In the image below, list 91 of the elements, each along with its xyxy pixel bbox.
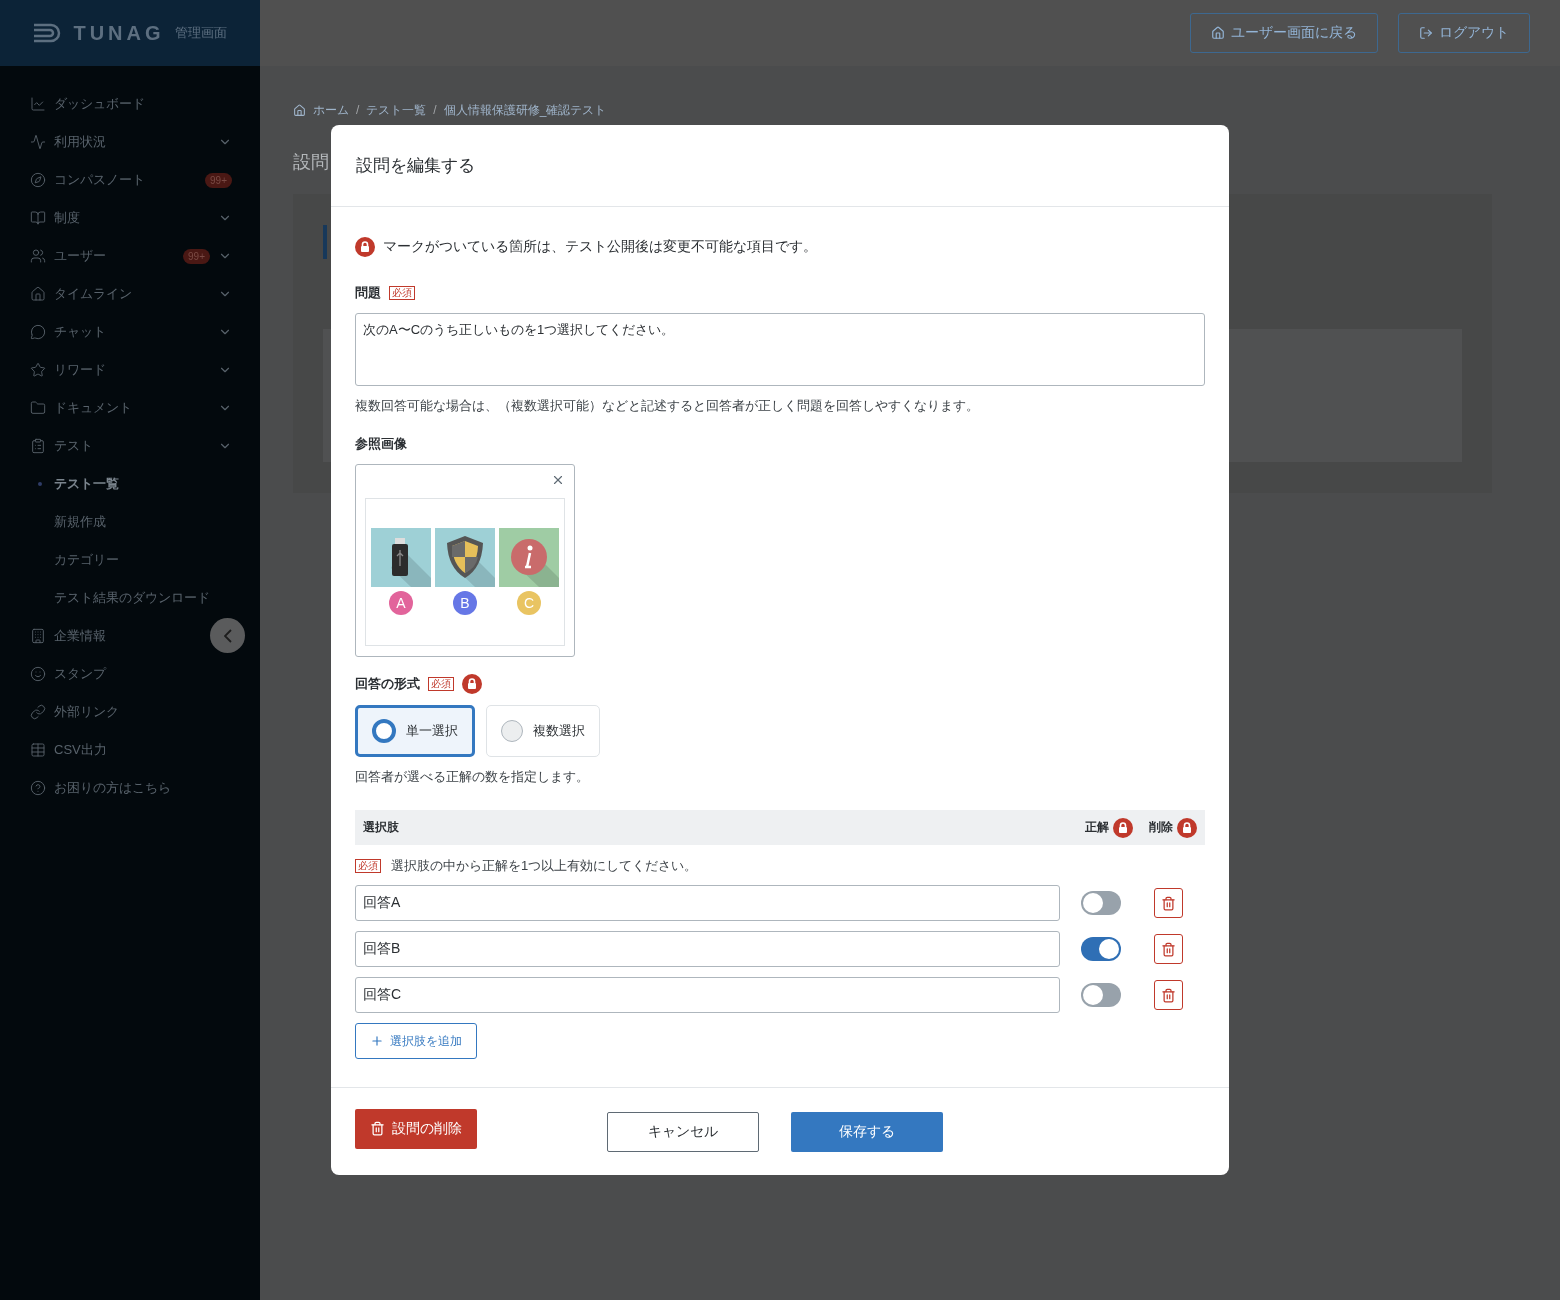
correct-toggle[interactable] bbox=[1081, 891, 1121, 915]
brand-logo: TUNAG bbox=[73, 21, 165, 45]
clipboard-list-icon bbox=[30, 438, 46, 454]
sidebar-item[interactable]: スタンプ bbox=[0, 655, 260, 693]
delete-button[interactable] bbox=[1154, 980, 1183, 1010]
lock-notice: マークがついている箇所は、テスト公開後は変更不可能な項目です。 bbox=[383, 238, 817, 256]
choice-mark: B bbox=[453, 591, 477, 615]
add-choice-button[interactable]: 選択肢を追加 bbox=[355, 1023, 477, 1059]
delete-question-button[interactable]: 設問の削除 bbox=[355, 1108, 477, 1149]
compass-icon bbox=[30, 172, 46, 188]
sidebar-item[interactable]: 制度 bbox=[0, 199, 260, 237]
sidebar-item[interactable]: ドキュメント bbox=[0, 389, 260, 427]
logout-button[interactable]: ログアウト bbox=[1398, 13, 1530, 53]
help-text: 複数回答可能な場合は、（複数選択可能）などと記述すると回答者が正しく問題を回答しやすくなります。 bbox=[355, 397, 980, 415]
trash-icon bbox=[370, 1121, 385, 1136]
delete-button[interactable] bbox=[1154, 934, 1183, 964]
chart-icon bbox=[30, 96, 46, 112]
sidebar-item[interactable]: リワード bbox=[0, 351, 260, 389]
sidebar-subitem[interactable]: 新規作成 bbox=[0, 503, 260, 541]
house-icon bbox=[1211, 26, 1225, 40]
choice-field[interactable]: 回答C bbox=[355, 977, 1060, 1013]
house-icon bbox=[30, 286, 46, 302]
sidebar-item[interactable]: ダッシュボード bbox=[0, 85, 260, 123]
trash-icon bbox=[1161, 941, 1176, 957]
column-header: 正解 bbox=[1085, 819, 1109, 836]
pulse-icon bbox=[30, 134, 46, 150]
speech-bubble-icon bbox=[30, 324, 46, 340]
sidebar-subitem[interactable]: テスト一覧 bbox=[0, 465, 260, 503]
close-icon bbox=[551, 473, 565, 487]
field-label: 問題 bbox=[355, 284, 381, 302]
chevron-left-icon bbox=[223, 628, 232, 643]
breadcrumb-link[interactable]: ホーム bbox=[313, 101, 349, 119]
table-icon bbox=[30, 742, 46, 758]
sidebar-item[interactable]: 外部リンク bbox=[0, 693, 260, 731]
sidebar-item[interactable]: テスト bbox=[0, 427, 260, 465]
close-button[interactable] bbox=[551, 473, 565, 487]
smiley-icon bbox=[30, 666, 46, 682]
illustration-tile bbox=[371, 528, 431, 587]
cancel-button[interactable]: キャンセル bbox=[607, 1111, 759, 1152]
brand-subtitle: 管理画面 bbox=[174, 24, 227, 42]
building-icon bbox=[30, 628, 46, 644]
sidebar-item[interactable]: 利用状況 bbox=[0, 123, 260, 161]
trash-icon bbox=[1161, 987, 1176, 1003]
field-label: 参照画像 bbox=[355, 435, 408, 453]
page-title: 設問 bbox=[293, 151, 329, 174]
radio-option[interactable]: 複数選択 bbox=[486, 705, 600, 757]
help-icon bbox=[30, 780, 46, 796]
plus-icon bbox=[370, 1034, 384, 1048]
home-icon bbox=[293, 103, 306, 117]
delete-button[interactable] bbox=[1154, 888, 1183, 918]
sidebar-item[interactable]: チャット bbox=[0, 313, 260, 351]
save-button[interactable]: 保存する bbox=[791, 1111, 943, 1152]
breadcrumb-separator: / bbox=[433, 103, 437, 117]
column-header: 削除 bbox=[1149, 819, 1173, 836]
sidebar-subitem[interactable]: カテゴリー bbox=[0, 541, 260, 579]
radio-option[interactable]: 単一選択 bbox=[355, 705, 475, 757]
column-header: 選択肢 bbox=[363, 819, 399, 836]
illustration-tile bbox=[499, 528, 559, 587]
link-icon bbox=[30, 704, 46, 720]
collapse-sidebar-button[interactable] bbox=[210, 618, 245, 653]
sidebar-item[interactable]: お困りの方はこちら bbox=[0, 769, 260, 807]
sidebar-subitem[interactable]: テスト結果のダウンロード bbox=[0, 579, 260, 617]
correct-toggle[interactable] bbox=[1081, 937, 1121, 961]
sidebar-item[interactable]: タイムライン bbox=[0, 275, 260, 313]
field-label: 回答の形式 bbox=[355, 675, 420, 693]
choice-field[interactable]: 回答B bbox=[355, 931, 1060, 967]
correct-toggle[interactable] bbox=[1081, 983, 1121, 1007]
choice-mark: C bbox=[517, 591, 541, 615]
book-icon bbox=[30, 210, 46, 226]
question-field[interactable]: 次のA〜Cのうち正しいものを1つ選択してください。 bbox=[355, 313, 1205, 386]
dialog-title: 設問を編集する bbox=[356, 155, 475, 177]
users-icon bbox=[30, 248, 46, 264]
help-text: 選択肢の中から正解を1つ以上有効にしてください。 bbox=[391, 857, 698, 875]
breadcrumb-link[interactable]: 個人情報保護研修_確認テスト bbox=[443, 101, 607, 119]
folder-icon bbox=[30, 400, 46, 416]
user-screen-button[interactable]: ユーザー画面に戻る bbox=[1190, 13, 1378, 53]
choice-mark: A bbox=[389, 591, 413, 615]
logout-icon bbox=[1419, 26, 1433, 40]
sidebar-item[interactable]: CSV出力 bbox=[0, 731, 260, 769]
help-text: 回答者が選べる正解の数を指定します。 bbox=[355, 768, 590, 786]
required-badge: 必須 bbox=[428, 677, 454, 691]
required-badge: 必須 bbox=[355, 859, 381, 873]
trash-icon bbox=[1161, 895, 1176, 911]
sidebar-item[interactable]: 企業情報 bbox=[0, 617, 260, 655]
required-badge: 必須 bbox=[389, 286, 415, 300]
breadcrumb-link[interactable]: テスト一覧 bbox=[366, 101, 427, 119]
star-icon bbox=[30, 362, 46, 378]
lock-icon bbox=[355, 237, 375, 257]
breadcrumb-separator: / bbox=[356, 103, 360, 117]
choice-field[interactable]: 回答A bbox=[355, 885, 1060, 921]
illustration-tile bbox=[435, 528, 495, 587]
